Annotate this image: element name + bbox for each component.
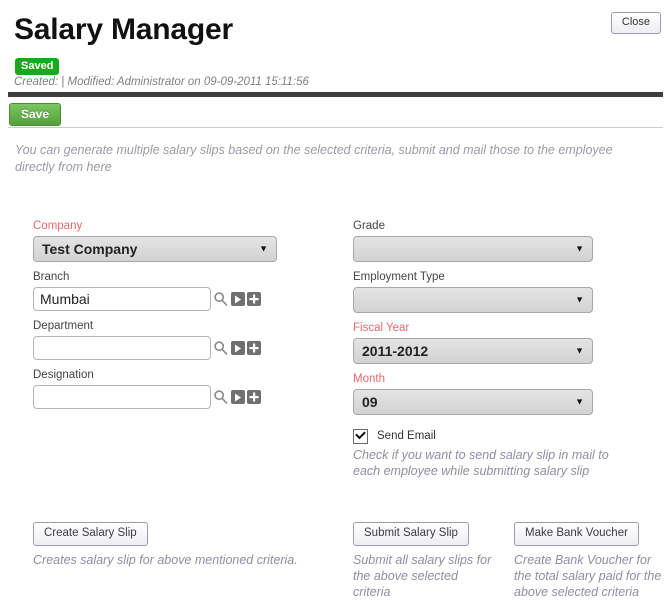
- make-bank-voucher-hint: Create Bank Voucher for the total salary…: [514, 553, 662, 599]
- label-branch: Branch: [33, 271, 70, 283]
- field-company: Company Test Company ▼: [33, 219, 323, 262]
- field-department: Department: [33, 319, 323, 360]
- label-fiscal-year: Fiscal Year: [353, 322, 410, 334]
- send-email-checkbox[interactable]: [353, 429, 368, 444]
- submit-salary-slip-button[interactable]: Submit Salary Slip: [353, 522, 469, 546]
- add-icon[interactable]: [247, 390, 261, 404]
- month-select-wrap: 09 ▼: [353, 389, 593, 415]
- field-branch: Branch: [33, 270, 323, 311]
- employment-type-select[interactable]: [353, 287, 593, 313]
- company-select-wrap: Test Company ▼: [33, 236, 277, 262]
- document-meta: Created: | Modified: Administrator on 09…: [14, 76, 309, 88]
- fiscal-year-select[interactable]: 2011-2012: [353, 338, 593, 364]
- label-employment-type: Employment Type: [353, 271, 445, 283]
- status-badge: Saved: [15, 58, 60, 75]
- employment-type-select-wrap: ▼: [353, 287, 593, 313]
- action-make-bank-voucher: Make Bank Voucher Create Bank Voucher fo…: [514, 522, 664, 600]
- branch-icon-group: [213, 290, 261, 308]
- go-icon[interactable]: [231, 390, 245, 404]
- create-salary-slip-hint: Creates salary slip for above mentioned …: [33, 553, 298, 567]
- field-fiscal-year: Fiscal Year 2011-2012 ▼: [353, 321, 653, 364]
- send-email-label: Send Email: [377, 430, 436, 442]
- toolbar-divider-light: [8, 127, 663, 128]
- add-icon[interactable]: [247, 292, 261, 306]
- grade-select-wrap: ▼: [353, 236, 593, 262]
- label-company: Company: [33, 220, 83, 232]
- save-button[interactable]: Save: [9, 103, 62, 126]
- company-select[interactable]: Test Company: [33, 236, 277, 262]
- search-icon[interactable]: [213, 388, 229, 406]
- send-email-row[interactable]: Send Email: [353, 429, 653, 444]
- submit-salary-slip-hint: Submit all salary slips for the above se…: [353, 553, 492, 599]
- search-icon[interactable]: [213, 339, 229, 357]
- label-department: Department: [33, 320, 94, 332]
- page-title: Salary Manager: [14, 13, 233, 46]
- label-month: Month: [353, 373, 385, 385]
- fiscal-year-select-wrap: 2011-2012 ▼: [353, 338, 593, 364]
- field-designation: Designation: [33, 368, 323, 409]
- month-select[interactable]: 09: [353, 389, 593, 415]
- intro-description: You can generate multiple salary slips b…: [15, 143, 613, 174]
- branch-input-row: [33, 287, 323, 311]
- form-column-left: Company Test Company ▼ Branch Mumbai Dep…: [33, 219, 323, 417]
- designation-icon-group: [213, 388, 261, 406]
- send-email-hint: Check if you want to send salary slip in…: [353, 448, 609, 478]
- form-column-right: Grade ▼ Employment Type ▼ Fiscal Year 20…: [353, 219, 653, 479]
- designation-input-row: [33, 385, 323, 409]
- department-icon-group: [213, 339, 261, 357]
- branch-input[interactable]: [33, 287, 211, 311]
- toolbar-divider-dark: [8, 92, 663, 97]
- field-grade: Grade ▼: [353, 219, 653, 262]
- add-icon[interactable]: [247, 341, 261, 355]
- go-icon[interactable]: [231, 292, 245, 306]
- designation-input[interactable]: [33, 385, 211, 409]
- make-bank-voucher-button[interactable]: Make Bank Voucher: [514, 522, 639, 546]
- grade-select[interactable]: [353, 236, 593, 262]
- department-input[interactable]: [33, 336, 211, 360]
- action-create-salary-slip: Create Salary Slip Creates salary slip f…: [33, 522, 333, 568]
- go-icon[interactable]: [231, 341, 245, 355]
- field-month: Month 09 ▼: [353, 372, 653, 415]
- create-salary-slip-button[interactable]: Create Salary Slip: [33, 522, 148, 546]
- close-button[interactable]: Close: [610, 12, 661, 34]
- label-designation: Designation: [33, 369, 94, 381]
- field-employment-type: Employment Type ▼: [353, 270, 653, 313]
- action-submit-salary-slip: Submit Salary Slip Submit all salary sli…: [353, 522, 503, 600]
- label-grade: Grade: [353, 220, 385, 232]
- search-icon[interactable]: [213, 290, 229, 308]
- department-input-row: [33, 336, 323, 360]
